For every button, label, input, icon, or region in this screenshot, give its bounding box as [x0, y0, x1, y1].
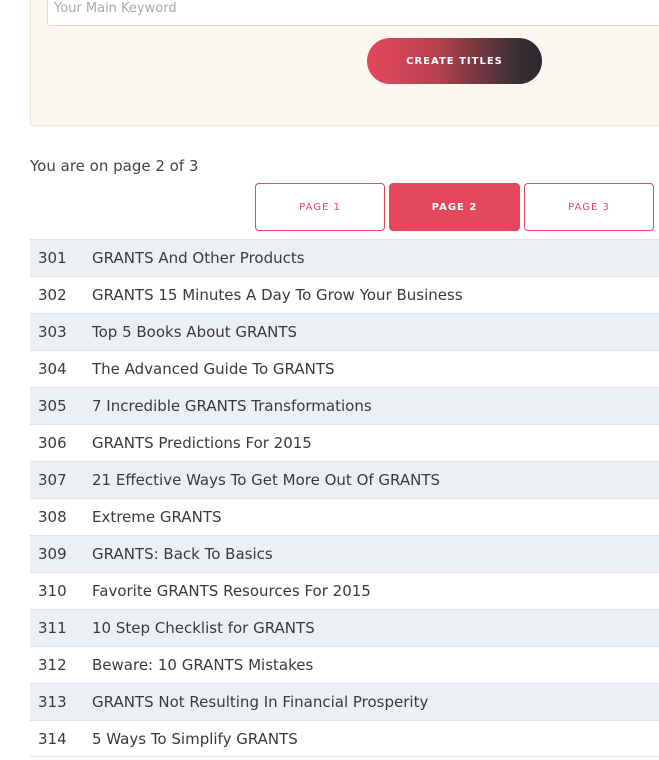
row-number: 313 — [38, 693, 67, 711]
page: CREATE TITLES You are on page 2 of 3 PAG… — [0, 0, 659, 760]
row-title: Extreme GRANTS — [92, 508, 222, 526]
row-title: GRANTS Predictions For 2015 — [92, 434, 312, 452]
page-3-button[interactable]: PAGE 3 — [524, 183, 654, 231]
title-row: 314 5 Ways To Simplify GRANTS — [30, 720, 659, 757]
row-title: GRANTS 15 Minutes A Day To Grow Your Bus… — [92, 286, 463, 304]
row-number: 301 — [38, 249, 67, 267]
title-generator-form: CREATE TITLES — [30, 0, 659, 126]
row-title: GRANTS: Back To Basics — [92, 545, 273, 563]
title-row: 301 GRANTS And Other Products — [30, 239, 659, 276]
row-number: 312 — [38, 656, 67, 674]
row-title: Favorite GRANTS Resources For 2015 — [92, 582, 371, 600]
title-row: 305 7 Incredible GRANTS Transformations — [30, 387, 659, 424]
page-info-text: You are on page 2 of 3 — [30, 157, 199, 175]
title-row: 313 GRANTS Not Resulting In Financial Pr… — [30, 683, 659, 720]
row-title: The Advanced Guide To GRANTS — [92, 360, 335, 378]
main-keyword-input[interactable] — [47, 0, 659, 26]
title-row: 312 Beware: 10 GRANTS Mistakes — [30, 646, 659, 683]
page-2-button[interactable]: PAGE 2 — [389, 183, 520, 231]
row-number: 314 — [38, 729, 67, 748]
title-row: 304 The Advanced Guide To GRANTS — [30, 350, 659, 387]
row-title: 10 Step Checklist for GRANTS — [92, 619, 315, 637]
row-title: GRANTS Not Resulting In Financial Prospe… — [92, 693, 429, 711]
row-number: 304 — [38, 360, 67, 378]
title-row: 306 GRANTS Predictions For 2015 — [30, 424, 659, 461]
title-row: 308 Extreme GRANTS — [30, 498, 659, 535]
row-number: 303 — [38, 323, 67, 341]
row-number: 308 — [38, 508, 67, 526]
title-row: 310 Favorite GRANTS Resources For 2015 — [30, 572, 659, 609]
row-number: 306 — [38, 434, 67, 452]
row-title: Beware: 10 GRANTS Mistakes — [92, 656, 314, 674]
row-number: 311 — [38, 619, 67, 637]
title-row: 311 10 Step Checklist for GRANTS — [30, 609, 659, 646]
row-title: Top 5 Books About GRANTS — [92, 323, 298, 341]
title-results-list: 301 GRANTS And Other Products 302 GRANTS… — [30, 239, 659, 757]
row-title: GRANTS And Other Products — [92, 249, 305, 267]
row-number: 302 — [38, 286, 67, 304]
row-number: 309 — [38, 545, 67, 563]
create-titles-button[interactable]: CREATE TITLES — [367, 38, 542, 84]
row-number: 305 — [38, 397, 67, 415]
row-title: 7 Incredible GRANTS Transformations — [92, 397, 372, 415]
row-number: 310 — [38, 582, 67, 600]
title-row: 307 21 Effective Ways To Get More Out Of… — [30, 461, 659, 498]
title-row: 302 GRANTS 15 Minutes A Day To Grow Your… — [30, 276, 659, 313]
page-1-button[interactable]: PAGE 1 — [255, 183, 385, 231]
title-row: 309 GRANTS: Back To Basics — [30, 535, 659, 572]
row-title: 21 Effective Ways To Get More Out Of GRA… — [92, 471, 441, 489]
title-row: 303 Top 5 Books About GRANTS — [30, 313, 659, 350]
row-number: 307 — [38, 471, 67, 489]
row-title: 5 Ways To Simplify GRANTS — [92, 729, 298, 748]
